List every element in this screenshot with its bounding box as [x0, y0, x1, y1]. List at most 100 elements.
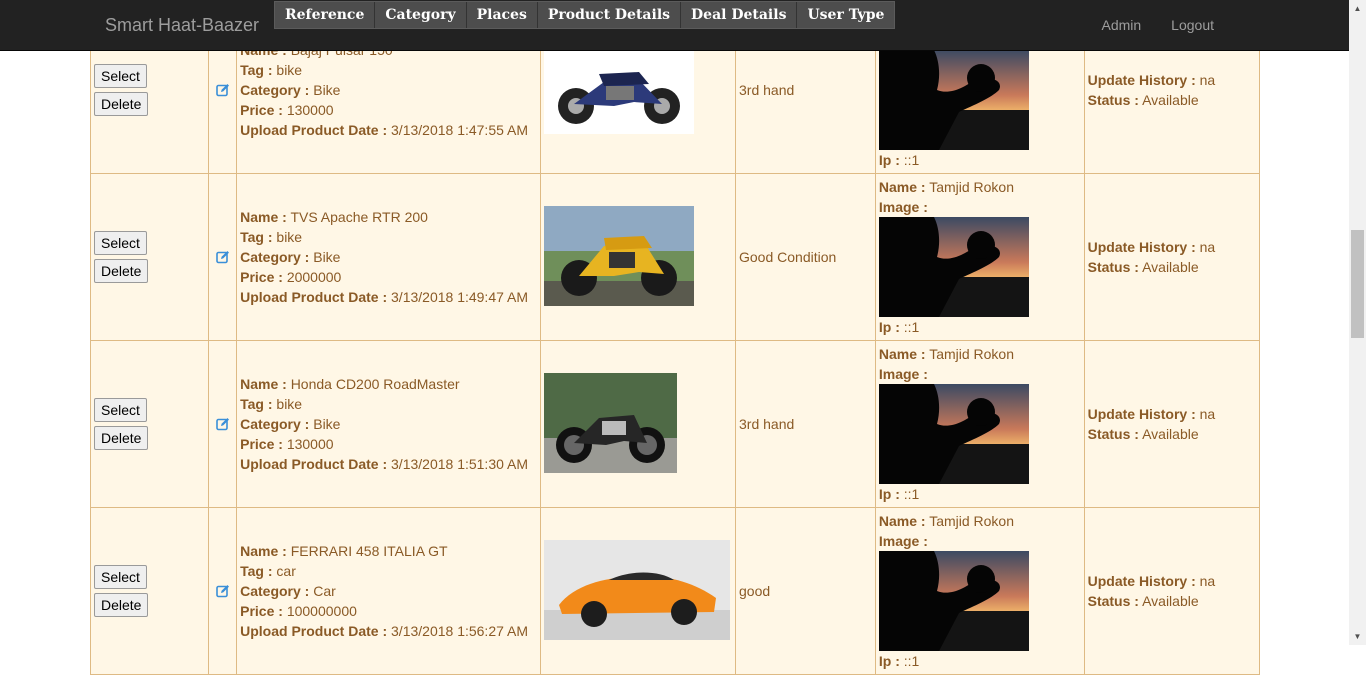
- ip-label: Ip :: [878, 653, 900, 669]
- product-name: Honda CD200 RoadMaster: [290, 376, 460, 392]
- product-image: [543, 205, 732, 309]
- product-condition: Good Condition: [739, 249, 837, 265]
- ip-label: Ip :: [878, 152, 900, 168]
- user-name: Tamjid Rokon: [929, 179, 1015, 195]
- bike-photo: [543, 205, 694, 306]
- product-tag: bike: [276, 62, 303, 78]
- product-upload-date: 3/13/2018 1:56:27 AM: [391, 623, 529, 639]
- product-upload-date: 3/13/2018 1:51:30 AM: [391, 456, 529, 472]
- price-label: Price :: [240, 436, 283, 452]
- product-image-cell: [539, 173, 737, 341]
- status-value: Available: [1142, 92, 1199, 108]
- menu-item-user-type[interactable]: User Type: [796, 2, 894, 28]
- product-upload-date: 3/13/2018 1:47:55 AM: [391, 122, 529, 138]
- admin-link[interactable]: Admin: [1086, 0, 1156, 50]
- logout-link[interactable]: Logout: [1156, 0, 1229, 50]
- user-avatar-image: [878, 50, 1029, 150]
- select-button[interactable]: Select: [94, 231, 147, 255]
- scroll-down-arrow-icon[interactable]: ▼: [1349, 628, 1366, 645]
- table-row: Select Delete Name : Honda CD200 RoadMas…: [90, 340, 1261, 508]
- status-label: Status :: [1087, 593, 1139, 609]
- product-name: TVS Apache RTR 200: [290, 209, 428, 225]
- user-ip: ::1: [903, 319, 920, 335]
- product-grid-container: Select Delete Name : Bajaj Pulsar 150 Ta…: [90, 6, 1261, 675]
- menu-item-deal-details[interactable]: Deal Details: [680, 2, 796, 28]
- update-history-value: na: [1199, 573, 1216, 589]
- product-image: [543, 43, 732, 137]
- update-history-value: na: [1199, 239, 1216, 255]
- top-navbar: Smart Haat-Baazer Reference Category Pla…: [0, 0, 1349, 51]
- product-condition: good: [739, 583, 771, 599]
- status-label: Status :: [1087, 259, 1139, 275]
- select-button[interactable]: Select: [94, 64, 147, 88]
- bike-photo: [543, 372, 677, 473]
- scroll-up-arrow-icon[interactable]: ▲: [1349, 0, 1366, 17]
- category-label: Category :: [240, 583, 310, 599]
- upload-date-label: Upload Product Date :: [240, 456, 388, 472]
- edit-icon[interactable]: [215, 584, 230, 598]
- product-category: Bike: [313, 416, 341, 432]
- row-edit-cell: [207, 340, 238, 508]
- user-image-label: Image :: [878, 533, 928, 549]
- update-history-label: Update History :: [1087, 72, 1196, 88]
- menu-item-category[interactable]: Category: [374, 2, 465, 28]
- tag-label: Tag :: [240, 396, 273, 412]
- page-scrollbar[interactable]: ▲ ▼: [1349, 0, 1366, 645]
- product-grid: Select Delete Name : Bajaj Pulsar 150 Ta…: [90, 6, 1261, 675]
- product-category: Bike: [313, 82, 341, 98]
- product-info-cell: Name : Honda CD200 RoadMaster Tag : bike…: [236, 340, 541, 508]
- user-cell: Name : Tamjid Rokon Image : Ip : ::1: [874, 173, 1085, 341]
- user-ip: ::1: [903, 486, 920, 502]
- delete-button[interactable]: Delete: [94, 92, 149, 116]
- status-label: Status :: [1087, 426, 1139, 442]
- status-cell: Update History : na Status : Available: [1083, 340, 1261, 508]
- user-avatar-image: [878, 384, 1029, 484]
- user-name-label: Name :: [878, 179, 926, 195]
- select-button[interactable]: Select: [94, 565, 147, 589]
- user-avatar-image: [878, 217, 1029, 317]
- status-value: Available: [1142, 426, 1199, 442]
- edit-icon[interactable]: [215, 83, 230, 97]
- update-history-label: Update History :: [1087, 239, 1196, 255]
- menu-item-reference[interactable]: Reference: [275, 2, 374, 28]
- user-name-label: Name :: [878, 346, 926, 362]
- status-label: Status :: [1087, 92, 1139, 108]
- select-button[interactable]: Select: [94, 398, 147, 422]
- delete-button[interactable]: Delete: [94, 593, 149, 617]
- menu-item-places[interactable]: Places: [465, 2, 537, 28]
- product-category: Car: [313, 583, 336, 599]
- delete-button[interactable]: Delete: [94, 259, 149, 283]
- condition-cell: 3rd hand: [735, 340, 876, 508]
- name-label: Name :: [240, 209, 287, 225]
- user-image-label: Image :: [878, 366, 928, 382]
- table-row: Select Delete Name : TVS Apache RTR 200 …: [90, 173, 1261, 341]
- price-label: Price :: [240, 603, 283, 619]
- user-cell: Name : Tamjid Rokon Image : Ip : ::1: [874, 507, 1085, 675]
- edit-icon[interactable]: [215, 417, 230, 431]
- ip-label: Ip :: [878, 486, 900, 502]
- menu-item-product-details[interactable]: Product Details: [536, 2, 680, 28]
- row-actions-cell: Select Delete: [90, 340, 209, 508]
- user-name: Tamjid Rokon: [929, 513, 1015, 529]
- status-cell: Update History : na Status : Available: [1083, 507, 1261, 675]
- product-price: 130000: [286, 102, 334, 118]
- car-photo: [543, 539, 730, 640]
- brand-logo-text[interactable]: Smart Haat-Baazer: [105, 0, 259, 50]
- delete-button[interactable]: Delete: [94, 426, 149, 450]
- update-history-value: na: [1199, 72, 1216, 88]
- user-name: Tamjid Rokon: [929, 346, 1015, 362]
- status-value: Available: [1142, 259, 1199, 275]
- condition-cell: good: [735, 507, 876, 675]
- scroll-thumb[interactable]: [1351, 230, 1364, 338]
- product-tag: bike: [276, 396, 303, 412]
- tag-label: Tag :: [240, 563, 273, 579]
- product-category: Bike: [313, 249, 341, 265]
- edit-icon[interactable]: [215, 250, 230, 264]
- condition-cell: Good Condition: [735, 173, 876, 341]
- update-history-label: Update History :: [1087, 573, 1196, 589]
- user-ip: ::1: [903, 152, 920, 168]
- product-info-cell: Name : FERRARI 458 ITALIA GT Tag : car C…: [236, 507, 541, 675]
- product-name: FERRARI 458 ITALIA GT: [290, 543, 448, 559]
- user-image-label: Image :: [878, 199, 928, 215]
- row-actions-cell: Select Delete: [90, 507, 209, 675]
